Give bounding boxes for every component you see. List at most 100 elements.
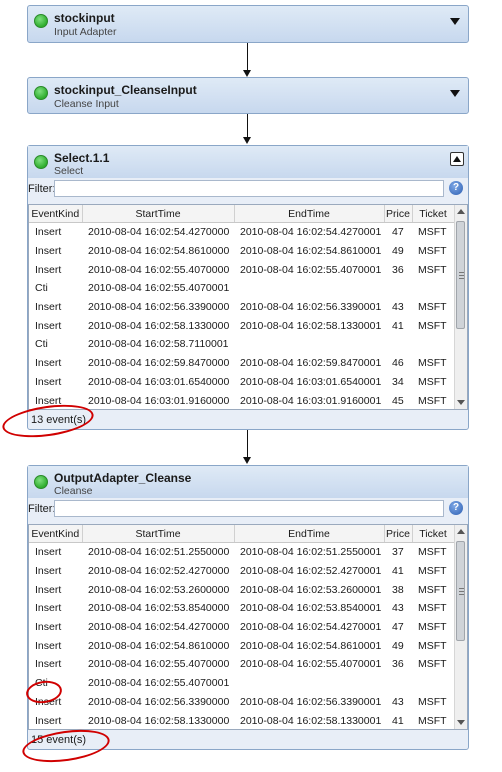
table-row[interactable]: Insert 2010-08-04 16:02:53.2600000 2010-08… bbox=[29, 580, 454, 599]
panel-subtitle: Select bbox=[54, 165, 84, 177]
table-row[interactable]: Cti 2010-08-04 16:02:55.4070001 bbox=[29, 674, 454, 693]
col-price-cell: 41 bbox=[392, 714, 404, 727]
col-price-cell: 45 bbox=[392, 394, 404, 407]
collapse-up-icon[interactable] bbox=[450, 152, 464, 166]
col-ticket-cell: MSFT bbox=[418, 583, 447, 596]
col-endtime-header[interactable]: EndTime bbox=[234, 205, 385, 223]
col-eventkind-cell: Insert bbox=[35, 357, 62, 370]
col-ticket-cell: MSFT bbox=[418, 301, 447, 314]
events-grid[interactable]: EventKind StartTime EndTime Price Ticket Ins… bbox=[28, 204, 468, 410]
col-starttime-header[interactable]: StartTime bbox=[82, 205, 235, 223]
table-row[interactable]: Insert 2010-08-04 16:03:01.6540000 2010-08… bbox=[29, 373, 454, 392]
events-table: EventKind StartTime EndTime Price Ticket Ins… bbox=[29, 525, 455, 729]
table-row[interactable]: Insert 2010-08-04 16:02:54.8610000 2010-08… bbox=[29, 636, 454, 655]
col-starttime-header[interactable]: StartTime bbox=[82, 525, 235, 543]
table-row[interactable]: Insert 2010-08-04 16:02:54.8610000 2010-08… bbox=[29, 242, 454, 261]
col-endtime-cell: 2010-08-04 16:02:54.8610001 bbox=[240, 639, 382, 652]
table-row[interactable]: Insert 2010-08-04 16:02:55.4070000 2010-08… bbox=[29, 655, 454, 674]
connector-line bbox=[247, 430, 248, 458]
help-icon[interactable]: ? bbox=[449, 501, 463, 515]
col-price-cell: 43 bbox=[392, 695, 404, 708]
col-eventkind-header[interactable]: EventKind bbox=[29, 205, 83, 223]
node-stockinput-cleanseinput[interactable]: stockinput_CleanseInput Cleanse Input bbox=[27, 77, 469, 114]
table-row[interactable]: Insert 2010-08-04 16:02:54.4270000 2010-08… bbox=[29, 223, 454, 242]
col-endtime-cell: 2010-08-04 16:02:56.3390001 bbox=[240, 301, 382, 314]
col-ticket-cell: MSFT bbox=[418, 319, 447, 332]
arrow-head-icon bbox=[243, 457, 251, 464]
col-endtime-cell: 2010-08-04 16:02:51.2550001 bbox=[240, 546, 382, 559]
col-eventkind-cell: Insert bbox=[35, 714, 62, 727]
table-row[interactable]: Insert 2010-08-04 16:02:58.1330000 2010-08… bbox=[29, 711, 454, 729]
col-endtime-cell: 2010-08-04 16:02:53.8540001 bbox=[240, 602, 382, 615]
scroll-thumb[interactable] bbox=[456, 221, 465, 329]
col-endtime-cell: 2010-08-04 16:02:55.4070001 bbox=[240, 658, 382, 671]
annotation-circle bbox=[0, 399, 96, 443]
col-ticket-cell: MSFT bbox=[418, 639, 447, 652]
scroll-thumb[interactable] bbox=[456, 541, 465, 641]
col-eventkind-cell: Insert bbox=[35, 602, 62, 615]
col-endtime-cell bbox=[234, 279, 384, 298]
col-ticket-cell: MSFT bbox=[418, 226, 447, 239]
events-grid[interactable]: EventKind StartTime EndTime Price Ticket Ins… bbox=[28, 524, 468, 730]
col-ticket-cell: MSFT bbox=[418, 602, 447, 615]
col-price-cell: 43 bbox=[392, 301, 404, 314]
col-endtime-cell: 2010-08-04 16:02:52.4270001 bbox=[240, 565, 382, 578]
col-endtime-cell: 2010-08-04 16:02:58.1330001 bbox=[240, 714, 382, 727]
col-ticket-header[interactable]: Ticket bbox=[412, 525, 455, 543]
panel-output-adapter: OutputAdapter_Cleanse Cleanse Filter: ? … bbox=[27, 465, 469, 750]
col-ticket-cell: MSFT bbox=[418, 394, 447, 407]
scroll-down-icon[interactable] bbox=[457, 720, 465, 725]
table-row[interactable]: Insert 2010-08-04 16:02:58.1330000 2010-08… bbox=[29, 316, 454, 335]
arrow-head-icon bbox=[243, 70, 251, 77]
col-endtime-cell: 2010-08-04 16:02:59.8470001 bbox=[240, 357, 382, 370]
col-ticket-cell: MSFT bbox=[418, 263, 447, 276]
col-eventkind-cell: Insert bbox=[35, 658, 62, 671]
col-starttime-cell: 2010-08-04 16:02:52.4270000 bbox=[88, 565, 230, 578]
col-endtime-cell: 2010-08-04 16:02:53.2600001 bbox=[240, 583, 382, 596]
vertical-scrollbar[interactable] bbox=[454, 525, 467, 729]
help-icon[interactable]: ? bbox=[449, 181, 463, 195]
vertical-scrollbar[interactable] bbox=[454, 205, 467, 409]
scroll-up-icon[interactable] bbox=[457, 209, 465, 214]
col-price-header[interactable]: Price bbox=[384, 525, 413, 543]
col-price-cell: 47 bbox=[392, 621, 404, 634]
status-dot-icon bbox=[34, 155, 48, 169]
col-starttime-cell: 2010-08-04 16:02:58.1330000 bbox=[88, 319, 230, 332]
col-price-cell: 41 bbox=[392, 319, 404, 332]
chevron-down-icon[interactable] bbox=[450, 90, 460, 97]
table-row[interactable]: Insert 2010-08-04 16:02:51.2550000 2010-08… bbox=[29, 543, 454, 562]
events-table: EventKind StartTime EndTime Price Ticket Ins… bbox=[29, 205, 455, 409]
col-starttime-cell: 2010-08-04 16:02:53.8540000 bbox=[88, 602, 230, 615]
col-endtime-header[interactable]: EndTime bbox=[234, 525, 385, 543]
table-row[interactable]: Insert 2010-08-04 16:02:55.4070000 2010-08… bbox=[29, 260, 454, 279]
table-row[interactable]: Insert 2010-08-04 16:02:56.3390000 2010-08… bbox=[29, 693, 454, 712]
filter-input[interactable] bbox=[54, 180, 444, 197]
table-row[interactable]: Insert 2010-08-04 16:02:59.8470000 2010-08… bbox=[29, 354, 454, 373]
col-starttime-cell: 2010-08-04 16:03:01.9160000 bbox=[88, 394, 230, 407]
col-ticket-header[interactable]: Ticket bbox=[412, 205, 455, 223]
col-starttime-cell: 2010-08-04 16:02:54.8610000 bbox=[88, 245, 230, 258]
table-row[interactable]: Insert 2010-08-04 16:02:54.4270000 2010-08… bbox=[29, 618, 454, 637]
col-starttime-cell: 2010-08-04 16:02:56.3390000 bbox=[88, 695, 230, 708]
col-starttime-cell: 2010-08-04 16:03:01.6540000 bbox=[88, 375, 230, 388]
col-starttime-cell: 2010-08-04 16:02:54.4270000 bbox=[88, 226, 230, 239]
table-row[interactable]: Cti 2010-08-04 16:02:55.4070001 bbox=[29, 279, 454, 298]
col-ticket-cell: MSFT bbox=[418, 357, 447, 370]
filter-input[interactable] bbox=[54, 500, 444, 517]
table-row[interactable]: Insert 2010-08-04 16:03:01.9160000 2010-08… bbox=[29, 391, 454, 409]
table-header-row: EventKind StartTime EndTime Price Ticket bbox=[29, 525, 455, 543]
col-eventkind-cell: Insert bbox=[35, 375, 62, 388]
table-row[interactable]: Insert 2010-08-04 16:02:52.4270000 2010-08… bbox=[29, 562, 454, 581]
scroll-down-icon[interactable] bbox=[457, 400, 465, 405]
col-endtime-cell: 2010-08-04 16:02:54.4270001 bbox=[240, 621, 382, 634]
scroll-up-icon[interactable] bbox=[457, 529, 465, 534]
panel-select: Select.1.1 Select Filter: ? EventKind Sta… bbox=[27, 145, 469, 430]
node-stockinput[interactable]: stockinput Input Adapter bbox=[27, 5, 469, 43]
col-price-header[interactable]: Price bbox=[384, 205, 413, 223]
table-row[interactable]: Cti 2010-08-04 16:02:58.7110001 bbox=[29, 335, 454, 354]
col-ticket-cell: MSFT bbox=[418, 375, 447, 388]
col-eventkind-header[interactable]: EventKind bbox=[29, 525, 83, 543]
chevron-down-icon[interactable] bbox=[450, 18, 460, 25]
table-row[interactable]: Insert 2010-08-04 16:02:53.8540000 2010-08… bbox=[29, 599, 454, 618]
table-row[interactable]: Insert 2010-08-04 16:02:56.3390000 2010-08… bbox=[29, 298, 454, 317]
